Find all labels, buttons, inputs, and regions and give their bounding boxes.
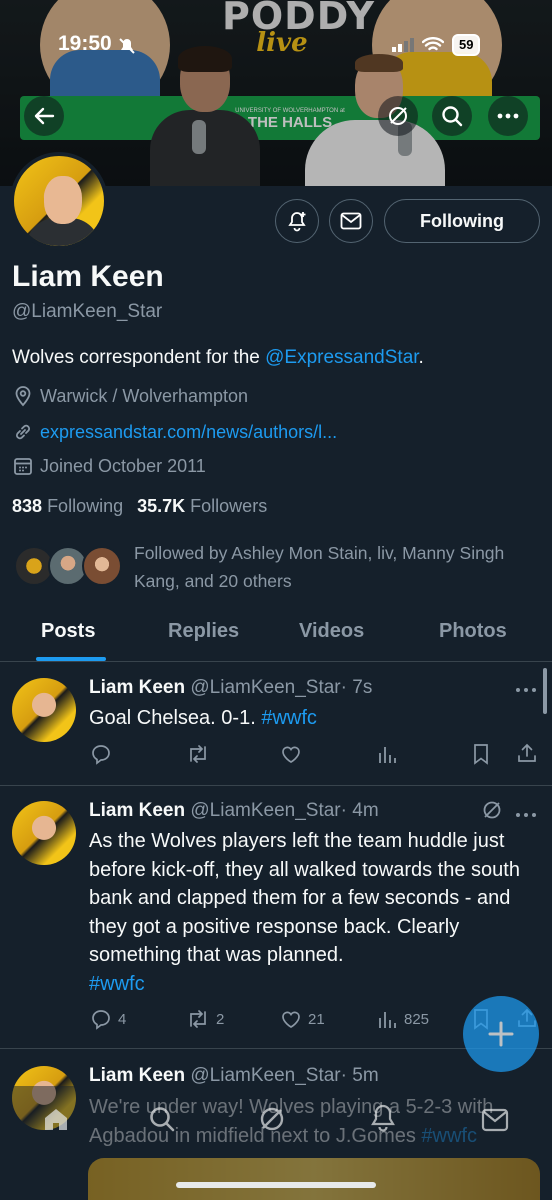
post-avatar[interactable] (12, 801, 76, 865)
profile-bio: Wolves correspondent for the @Expressand… (12, 347, 424, 368)
hashtag-link[interactable]: #wwfc (261, 707, 317, 729)
post-header: Liam Keen @LiamKeen_Star· 4m (89, 800, 379, 821)
share-button[interactable] (516, 742, 538, 764)
active-tab-indicator (36, 657, 106, 661)
search-icon[interactable] (148, 1105, 176, 1138)
repost-button[interactable] (186, 743, 210, 765)
search-icon (442, 106, 463, 127)
post-avatar[interactable] (12, 678, 76, 742)
grok-icon (483, 801, 501, 819)
tab-replies[interactable]: Replies (168, 620, 239, 643)
post-text: As the Wolves players left the team hudd… (89, 830, 520, 995)
tab-photos[interactable]: Photos (439, 620, 507, 643)
notifications-icon[interactable] (369, 1103, 397, 1138)
location-pin-icon (15, 386, 31, 407)
followed-by-text[interactable]: Followed by Ashley Mon Stain, liv, Manny… (134, 539, 534, 595)
bar-chart-icon (379, 1012, 396, 1028)
status-time: 19:50 (58, 32, 112, 55)
post-more-button[interactable] (515, 680, 537, 698)
profile-location: Warwick / Wolverhampton (12, 385, 248, 407)
share-icon (518, 743, 536, 762)
more-horizontal-icon (516, 813, 536, 817)
repost-button[interactable]: 2 (186, 1008, 224, 1030)
views-button[interactable] (376, 743, 398, 765)
heart-icon (282, 746, 300, 763)
wifi-icon (422, 37, 444, 51)
battery-indicator: 59 (452, 34, 481, 56)
following-button[interactable]: Following (384, 199, 540, 243)
bell-plus-icon (288, 212, 306, 232)
profile-name: Liam Keen (12, 260, 164, 293)
post-more-button[interactable] (515, 805, 537, 823)
signal-icon (392, 38, 414, 52)
profile-avatar[interactable] (10, 152, 108, 250)
status-indicators: 59 (392, 34, 481, 56)
compose-post-button[interactable] (463, 996, 539, 1072)
hashtag-link[interactable]: #wwfc (89, 973, 145, 995)
calendar-icon (14, 458, 32, 475)
envelope-icon (340, 212, 362, 230)
heart-icon (282, 1011, 300, 1028)
like-button[interactable]: 21 (280, 1008, 325, 1030)
plus-icon (488, 1021, 514, 1047)
followers-count-link[interactable]: 35.7K Followers (137, 496, 267, 517)
profile-joined: Joined October 2011 (12, 455, 206, 477)
views-button[interactable]: 825 (376, 1008, 429, 1030)
like-button[interactable] (280, 743, 302, 765)
profile-tabs: Posts Replies Videos Photos (0, 604, 552, 662)
following-count-link[interactable]: 838 Following (12, 496, 123, 517)
repost-icon (190, 1010, 206, 1028)
more-options-button[interactable] (488, 96, 528, 136)
message-button[interactable] (329, 199, 373, 243)
back-button[interactable] (24, 96, 64, 136)
bookmark-button[interactable] (471, 743, 491, 765)
post-text: Goal Chelsea. 0-1. #wwfc (89, 707, 317, 729)
grok-button[interactable] (378, 96, 418, 136)
repost-icon (190, 745, 206, 763)
bio-mention-link[interactable]: @ExpressandStar (265, 347, 418, 368)
post-header: Liam Keen @LiamKeen_Star· 7s (89, 677, 373, 698)
bar-chart-icon (379, 747, 396, 763)
arrow-left-icon (34, 107, 55, 125)
bookmark-icon (474, 744, 488, 765)
tab-posts[interactable]: Posts (41, 620, 95, 643)
profile-handle: @LiamKeen_Star (12, 301, 163, 322)
messages-icon[interactable] (481, 1108, 509, 1137)
grok-button[interactable] (481, 799, 503, 826)
home-icon[interactable] (42, 1106, 70, 1137)
tab-videos[interactable]: Videos (299, 620, 364, 643)
follower-avatar (82, 546, 122, 586)
reply-icon (92, 745, 110, 765)
profile-website[interactable]: expressandstar.com/news/authors/l... (12, 421, 337, 443)
notifications-button[interactable] (275, 199, 319, 243)
post-header: Liam Keen @LiamKeen_Star· 5m (89, 1065, 379, 1086)
search-button[interactable] (432, 96, 472, 136)
grok-icon (389, 107, 407, 125)
more-horizontal-icon (516, 688, 536, 692)
reply-icon (92, 1010, 110, 1030)
link-icon (16, 424, 30, 440)
grok-icon[interactable] (258, 1105, 286, 1138)
silent-mode-icon (118, 37, 136, 60)
reply-button[interactable]: 4 (90, 1008, 126, 1030)
more-horizontal-icon (497, 113, 519, 119)
profile-stats: 838 Following 35.7K Followers (12, 496, 267, 517)
reply-button[interactable] (90, 743, 112, 765)
home-indicator (176, 1182, 376, 1188)
